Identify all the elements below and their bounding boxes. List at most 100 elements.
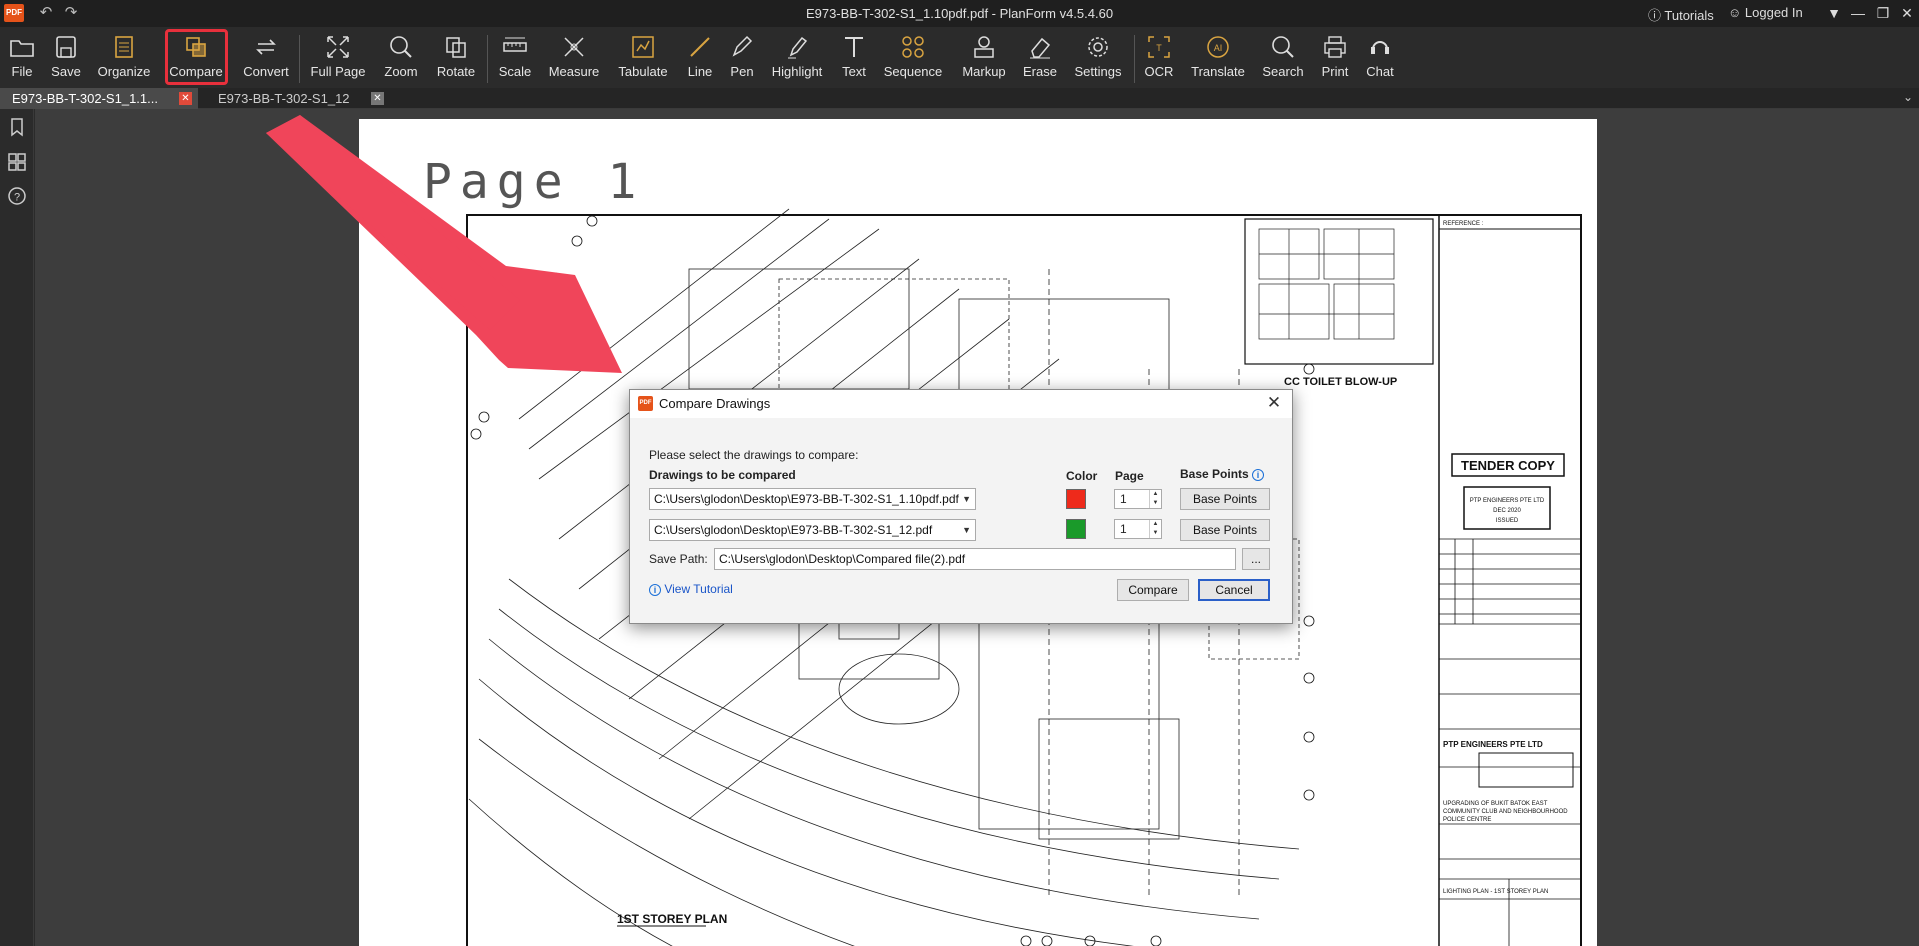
drawing-1-select[interactable]: C:\Users\glodon\Desktop\E973-BB-T-302-S1… bbox=[649, 488, 976, 510]
convert-icon bbox=[256, 39, 276, 55]
cancel-button[interactable]: Cancel bbox=[1198, 579, 1270, 601]
stepper-arrows-icon[interactable]: ▲ ▼ bbox=[1149, 490, 1161, 508]
tab-document-2[interactable]: E973-BB-T-302-S1_12 ✕ bbox=[206, 88, 390, 109]
color-swatch-1[interactable] bbox=[1066, 489, 1086, 509]
toolbar-translate-button[interactable]: AI Translate bbox=[1182, 31, 1255, 83]
page-stepper-1[interactable]: 1 ▲ ▼ bbox=[1114, 489, 1162, 509]
menu-dropdown-icon[interactable]: ▼ bbox=[1823, 2, 1845, 24]
toolbar-label: Rotate bbox=[436, 64, 476, 79]
chat-icon bbox=[1371, 41, 1389, 54]
toolbar-zoom-button[interactable]: Zoom bbox=[381, 31, 421, 83]
save-path-label: Save Path: bbox=[649, 552, 708, 566]
color-swatch-2[interactable] bbox=[1066, 519, 1086, 539]
stepper-arrows-icon[interactable]: ▲ ▼ bbox=[1149, 520, 1161, 538]
toolbar-line-button[interactable]: Line bbox=[680, 31, 720, 83]
toolbar-markup-button[interactable]: Markup bbox=[958, 31, 1010, 83]
svg-text:AI: AI bbox=[1214, 43, 1223, 53]
text-icon bbox=[845, 37, 863, 57]
page-header: Page bbox=[1115, 469, 1144, 483]
close-tab-icon[interactable]: ✕ bbox=[179, 92, 192, 105]
info-icon: i bbox=[649, 584, 661, 596]
close-window-icon[interactable]: ✕ bbox=[1896, 2, 1918, 24]
toolbar-compare-button[interactable]: Compare bbox=[164, 29, 228, 85]
undo-icon[interactable]: ↶ bbox=[36, 3, 56, 23]
redo-icon[interactable]: ↷ bbox=[61, 3, 81, 23]
tab-document-1[interactable]: E973-BB-T-302-S1_1.1... ✕ bbox=[0, 88, 198, 109]
rotate-icon bbox=[446, 37, 466, 58]
view-tutorial-label: View Tutorial bbox=[664, 582, 733, 596]
toolbar-text-button[interactable]: Text bbox=[834, 31, 874, 83]
tab-label: E973-BB-T-302-S1_12 bbox=[218, 91, 350, 106]
dialog-title-bar: PDF Compare Drawings ✕ bbox=[630, 390, 1292, 418]
base-points-header: Base Points i bbox=[1180, 467, 1265, 481]
toolbar-chat-button[interactable]: Chat bbox=[1360, 31, 1400, 83]
toolbar-print-button[interactable]: Print bbox=[1313, 31, 1358, 83]
compare-button[interactable]: Compare bbox=[1117, 579, 1189, 601]
restore-icon[interactable]: ❐ bbox=[1872, 2, 1894, 24]
toolbar-pen-button[interactable]: Pen bbox=[722, 31, 762, 83]
help-circle-icon[interactable]: ? bbox=[7, 186, 27, 206]
drawings-header: Drawings to be compared bbox=[649, 468, 796, 482]
toolbar-file-button[interactable]: File bbox=[2, 31, 42, 83]
toolbar-measure-button[interactable]: Measure bbox=[545, 31, 604, 83]
tabulate-icon bbox=[632, 36, 654, 58]
toolbar-full-page-button[interactable]: Full Page bbox=[302, 31, 375, 83]
toolbar-label: Organize bbox=[97, 64, 151, 79]
page-stepper-2[interactable]: 1 ▲ ▼ bbox=[1114, 519, 1162, 539]
drawing-2-select[interactable]: C:\Users\glodon\Desktop\E973-BB-T-302-S1… bbox=[649, 519, 976, 541]
toolbar-label: Measure bbox=[548, 64, 600, 79]
toolbar-label: Zoom bbox=[384, 64, 418, 79]
view-tutorial-link[interactable]: i View Tutorial bbox=[649, 582, 733, 596]
toolbar-tabulate-button[interactable]: Tabulate bbox=[610, 31, 676, 83]
save-path-input[interactable]: C:\Users\glodon\Desktop\Compared file(2)… bbox=[714, 548, 1236, 570]
tender-copy-text: TENDER COPY bbox=[1461, 458, 1555, 473]
toolbar-organize-button[interactable]: Organize bbox=[91, 31, 157, 83]
browse-button[interactable]: ... bbox=[1242, 548, 1270, 570]
toolbar-rotate-button[interactable]: Rotate bbox=[430, 31, 482, 83]
main-toolbar: File Save Organize Compare Convert Full Page Z… bbox=[0, 27, 1919, 87]
color-header: Color bbox=[1066, 469, 1098, 483]
zoom-icon bbox=[390, 36, 412, 58]
toolbar-save-button[interactable]: Save bbox=[46, 31, 86, 83]
toolbar-separator bbox=[487, 35, 488, 83]
toolbar-highlight-button[interactable]: Highlight bbox=[761, 31, 834, 83]
svg-text:COMMUNITY CLUB AND NEIGHBOURHO: COMMUNITY CLUB AND NEIGHBOURHOOD bbox=[1443, 809, 1568, 815]
toolbar-settings-button[interactable]: Settings bbox=[1065, 31, 1131, 83]
tutorials-link[interactable]: ⓘ Tutorials bbox=[1648, 5, 1714, 24]
toolbar-label: Print bbox=[1321, 64, 1349, 79]
toolbar-sequence-button[interactable]: Sequence bbox=[880, 31, 946, 83]
close-tab-icon[interactable]: ✕ bbox=[371, 92, 384, 105]
toolbar-label: Erase bbox=[1023, 64, 1057, 79]
toolbar-label: Line bbox=[687, 64, 713, 79]
toolbar-label: Convert bbox=[243, 64, 289, 79]
close-icon[interactable]: ✕ bbox=[1264, 393, 1284, 413]
toolbar-erase-button[interactable]: Erase bbox=[1018, 31, 1063, 83]
minimize-icon[interactable]: — bbox=[1847, 2, 1869, 24]
bookmark-icon[interactable] bbox=[7, 117, 27, 137]
save-icon bbox=[56, 36, 76, 58]
login-link[interactable]: ☺ Logged In bbox=[1728, 5, 1803, 20]
scale-icon bbox=[503, 37, 527, 52]
app-logo: PDF bbox=[638, 396, 653, 411]
base-points-button-2[interactable]: Base Points bbox=[1180, 519, 1270, 541]
organize-icon bbox=[115, 36, 133, 58]
info-icon[interactable]: i bbox=[1252, 469, 1265, 481]
search-icon bbox=[1272, 36, 1294, 58]
tab-label: E973-BB-T-302-S1_1.1... bbox=[12, 91, 158, 106]
highlight-icon bbox=[788, 36, 808, 59]
user-icon: ☺ bbox=[1728, 5, 1742, 20]
toolbar-label: Text bbox=[842, 64, 866, 79]
toolbar-ocr-button[interactable]: T OCR bbox=[1139, 31, 1179, 83]
toolbar-label: Settings bbox=[1074, 64, 1122, 79]
settings-icon bbox=[1088, 37, 1108, 57]
base-points-button-1[interactable]: Base Points bbox=[1180, 488, 1270, 510]
toolbar-search-button[interactable]: Search bbox=[1257, 31, 1309, 83]
toolbar-label: Save bbox=[51, 64, 81, 79]
svg-text:DEC 2020: DEC 2020 bbox=[1493, 508, 1521, 514]
toolbar-convert-button[interactable]: Convert bbox=[237, 31, 296, 83]
thumbnails-icon[interactable] bbox=[7, 152, 27, 172]
page-2-value: 1 bbox=[1120, 522, 1127, 536]
toolbar-scale-button[interactable]: Scale bbox=[493, 31, 538, 83]
left-sidebar: ? bbox=[0, 109, 34, 946]
tab-list-chevron-icon[interactable]: ⌄ bbox=[1903, 90, 1913, 104]
